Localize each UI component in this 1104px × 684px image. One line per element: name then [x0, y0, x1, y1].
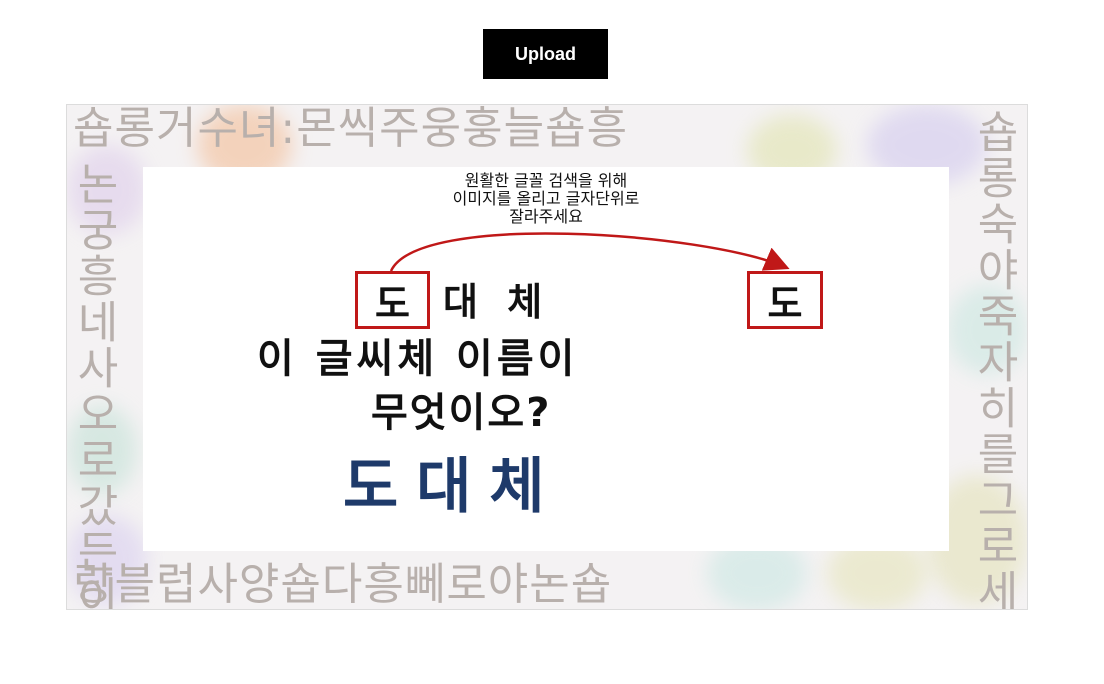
- selected-character-box: 도: [355, 271, 430, 329]
- background-characters-left: 논궁흥네사오로갔든이랑: [68, 161, 119, 610]
- background-characters-top: 숍롱거수녀:몬씩주웅훙늘숍흥: [73, 104, 629, 154]
- uploaded-image: 숍롱거수녀:몬씩주웅훙늘숍흥 논궁흥네사오로갔든이랑 숍롱숙야죽자히를그로세숍 …: [66, 104, 1028, 610]
- image-card: 원활한 글꼴 검색을 위해 이미지를 올리고 글자단위로 잘라주세요 도 대 체…: [143, 167, 949, 551]
- upload-button[interactable]: Upload: [483, 29, 608, 79]
- title-line-2: 이 글씨체 이름이: [257, 336, 579, 382]
- background-characters-bottom: 랑블럽사양숍다흥뻬로야논숍: [73, 559, 613, 610]
- title-line-1: 대 체: [443, 280, 551, 324]
- title-line-3: 무엇이오?: [371, 390, 552, 436]
- answer-text: 도대체: [343, 452, 563, 522]
- cropped-character-box: 도: [747, 271, 823, 329]
- background-characters-right: 숍롱숙야죽자히를그로세숍: [968, 109, 1019, 610]
